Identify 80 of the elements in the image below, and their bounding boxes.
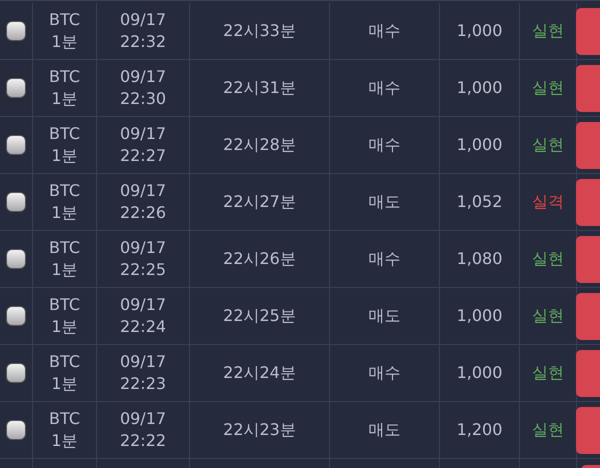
date-text: 09/17 <box>120 123 166 145</box>
checkbox[interactable] <box>6 363 26 383</box>
action-button[interactable] <box>576 122 600 168</box>
coin-label: BTC <box>49 180 80 202</box>
result-text: 실현 <box>532 419 564 441</box>
round-text: 22시24분 <box>223 362 296 384</box>
action-button[interactable] <box>576 178 600 226</box>
action-button[interactable] <box>576 236 600 282</box>
interval-label: 1분 <box>51 31 78 53</box>
side-text: 매수 <box>368 362 400 384</box>
result-text: 실현 <box>532 305 564 327</box>
time-text: 22:25 <box>120 259 166 281</box>
time-text: 22:23 <box>120 373 166 395</box>
round-text: 22시33분 <box>223 20 296 42</box>
side-text: 매도 <box>368 191 400 213</box>
action-button[interactable] <box>576 350 600 396</box>
result-text: 실현 <box>532 362 564 384</box>
checkbox[interactable] <box>6 192 26 212</box>
round-text: 22시26분 <box>223 248 296 270</box>
result-text: 실현 <box>532 77 564 99</box>
checkbox[interactable] <box>6 135 26 155</box>
result-text: 실현 <box>532 20 564 42</box>
checkbox[interactable] <box>6 420 26 440</box>
amount-text: 1,200 <box>456 419 502 441</box>
side-text: 매도 <box>368 305 400 327</box>
round-text: 22시23분 <box>223 419 296 441</box>
side-text: 매수 <box>368 20 400 42</box>
round-text: 22시25분 <box>223 305 296 327</box>
date-text: 09/17 <box>120 351 166 373</box>
time-text: 22:32 <box>120 31 166 53</box>
amount-text: 1,080 <box>456 248 502 270</box>
date-text: 09/17 <box>120 180 166 202</box>
checkbox[interactable] <box>6 249 26 269</box>
amount-text: 1,052 <box>456 191 502 213</box>
interval-label: 1분 <box>51 88 78 110</box>
amount-text: 1,000 <box>456 305 502 327</box>
coin-label: BTC <box>49 294 80 316</box>
time-text: 22:30 <box>120 88 166 110</box>
checkbox[interactable] <box>6 306 26 326</box>
interval-label: 1분 <box>51 316 78 338</box>
interval-label: 1분 <box>51 430 78 452</box>
time-text: 22:22 <box>120 430 166 452</box>
action-button[interactable] <box>576 292 600 340</box>
time-text: 22:26 <box>120 202 166 224</box>
round-text: 22시27분 <box>223 191 296 213</box>
date-text: 09/17 <box>120 408 166 430</box>
interval-label: 1분 <box>51 373 78 395</box>
amount-text: 1,000 <box>456 77 502 99</box>
coin-label: BTC <box>49 237 80 259</box>
round-text: 22시28분 <box>223 134 296 156</box>
date-text: 09/17 <box>120 237 166 259</box>
checkbox[interactable] <box>6 21 26 41</box>
coin-label: BTC <box>49 123 80 145</box>
side-text: 매수 <box>368 248 400 270</box>
date-text: 09/17 <box>120 294 166 316</box>
interval-label: 1분 <box>51 145 78 167</box>
amount-text: 1,000 <box>456 20 502 42</box>
result-text: 실현 <box>532 134 564 156</box>
coin-label: BTC <box>49 66 80 88</box>
interval-label: 1분 <box>51 202 78 224</box>
date-text: 09/17 <box>120 9 166 31</box>
round-text: 22시31분 <box>223 77 296 99</box>
time-text: 22:24 <box>120 316 166 338</box>
date-text: 09/17 <box>120 66 166 88</box>
side-text: 매수 <box>368 77 400 99</box>
coin-label: BTC <box>49 408 80 430</box>
result-text: 실현 <box>532 248 564 270</box>
result-text: 실격 <box>532 191 564 213</box>
side-text: 매수 <box>368 134 400 156</box>
time-text: 22:27 <box>120 145 166 167</box>
coin-label: BTC <box>49 9 80 31</box>
amount-text: 1,000 <box>456 362 502 384</box>
action-button[interactable] <box>576 406 600 454</box>
coin-label: BTC <box>49 351 80 373</box>
action-button[interactable] <box>576 64 600 112</box>
side-text: 매도 <box>368 419 400 441</box>
interval-label: 1분 <box>51 259 78 281</box>
action-button[interactable] <box>576 8 600 54</box>
amount-text: 1,000 <box>456 134 502 156</box>
checkbox[interactable] <box>6 78 26 98</box>
